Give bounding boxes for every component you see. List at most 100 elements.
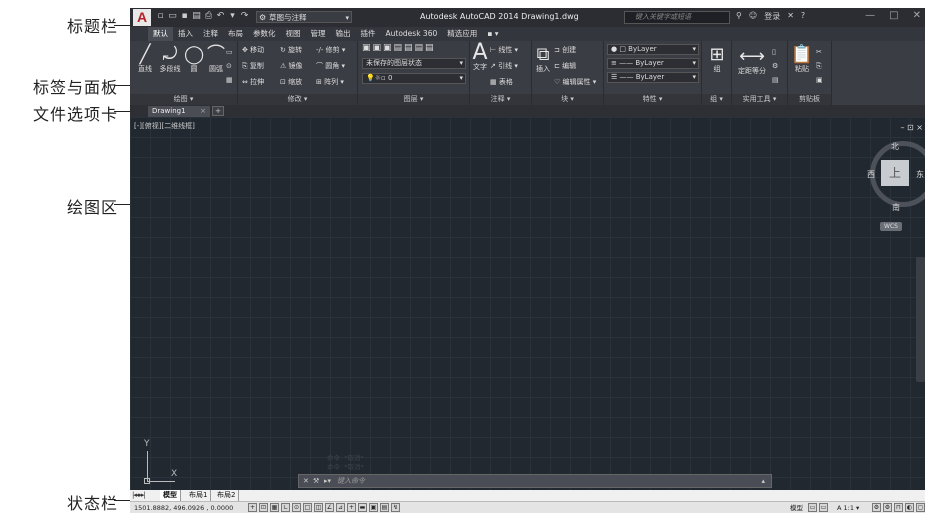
layout-tab-1[interactable]: 布局1	[186, 490, 212, 501]
isolate-objects-icon[interactable]: ◐	[905, 503, 914, 512]
minimize-button[interactable]: —	[865, 10, 875, 21]
lineweight-toggle-icon[interactable]: ▬	[358, 503, 367, 512]
object-snap-icon[interactable]: □	[303, 503, 312, 512]
lineweight-select[interactable]: ☰ —— ByLayer ▾	[607, 72, 699, 83]
clipboard-small-tools[interactable]: ✂ ⎘ ▣	[816, 45, 823, 87]
line-button[interactable]: ╱ 直线	[134, 45, 156, 74]
ortho-mode-icon[interactable]: ∟	[281, 503, 290, 512]
status-model-button[interactable]: 模型	[790, 502, 803, 513]
measure-button[interactable]: ⟷ 定距等分	[734, 47, 770, 76]
save-icon[interactable]: ▪	[180, 11, 189, 22]
copy-button[interactable]: ⎘ 复制	[242, 61, 264, 71]
scale-button[interactable]: ⊡ 缩放	[280, 77, 302, 87]
tab-manage[interactable]: 管理	[306, 27, 331, 41]
exchange-icon[interactable]: ✕	[787, 11, 794, 22]
panel-annotation-title[interactable]: 注释 ▾	[470, 94, 531, 105]
polar-tracking-icon[interactable]: ⊙	[292, 503, 301, 512]
close-tab-icon[interactable]: ×	[200, 106, 206, 117]
print-icon[interactable]: ⎙	[204, 11, 213, 22]
ducs-icon[interactable]: ⊿	[336, 503, 345, 512]
create-block-button[interactable]: ⊐ 创建	[554, 45, 576, 55]
layout-tab-2[interactable]: 布局2	[214, 490, 240, 501]
clean-screen-icon[interactable]: ▢	[916, 503, 925, 512]
layer-select[interactable]: 💡☼▫ 0 ▾	[362, 73, 466, 84]
view-controls[interactable]: [-][俯视][二维线框]	[134, 121, 195, 131]
login-button[interactable]: 登录	[764, 11, 780, 22]
3d-object-snap-icon[interactable]: ◫	[314, 503, 323, 512]
workspace-select[interactable]: ⚙ 草图与注释 ▾	[256, 11, 352, 23]
panel-draw-title[interactable]: 绘图 ▾	[130, 94, 237, 105]
undo-icon[interactable]: ↶	[216, 11, 225, 22]
text-button[interactable]: A 文字	[472, 42, 488, 72]
annotation-visibility-icon[interactable]: ⚙	[872, 503, 881, 512]
close-icon[interactable]: ✕	[303, 475, 309, 487]
panel-block-title[interactable]: 块 ▾	[532, 94, 603, 105]
tab-parametric[interactable]: 参数化	[248, 27, 281, 41]
tab-insert[interactable]: 插入	[173, 27, 198, 41]
maximize-button[interactable]: □	[889, 10, 898, 21]
chevron-up-icon[interactable]: ▴	[761, 475, 765, 487]
viewcube-top-face[interactable]: 上	[881, 160, 909, 186]
leader-button[interactable]: ↗ 引线 ▾	[490, 61, 518, 71]
viewport-controls[interactable]: – ⊡ ×	[901, 123, 924, 132]
file-tab-drawing1[interactable]: Drawing1 ×	[148, 106, 210, 117]
color-select[interactable]: ● □ ByLayer ▾	[607, 44, 699, 55]
selection-cycling-icon[interactable]: ↯	[391, 503, 400, 512]
new-tab-button[interactable]: +	[212, 106, 224, 116]
tab-layout[interactable]: 布局	[223, 27, 248, 41]
panel-modify-title[interactable]: 修改 ▾	[238, 94, 357, 105]
layout-nav-arrows[interactable]: |◂◂▸▸|	[132, 490, 146, 501]
close-button[interactable]: ✕	[913, 10, 921, 21]
tab-autodesk-360[interactable]: Autodesk 360	[381, 27, 443, 41]
save-as-icon[interactable]: ▤	[192, 11, 201, 22]
insert-button[interactable]: ⧉ 插入	[534, 45, 552, 74]
grid-display-icon[interactable]: ▦	[270, 503, 279, 512]
panel-layers-title[interactable]: 图层 ▾	[358, 94, 469, 105]
compass-north[interactable]: 北	[891, 141, 899, 152]
group-button[interactable]: ⊞ 组	[704, 45, 730, 74]
redo-icon[interactable]: ↷	[240, 11, 249, 22]
quick-view-drawings-icon[interactable]: ▭	[819, 503, 828, 512]
annotation-scale-select[interactable]: A 1:1 ▾	[837, 502, 859, 513]
tab-annotate[interactable]: 注释	[198, 27, 223, 41]
tab-output[interactable]: 输出	[331, 27, 356, 41]
panel-groups-title[interactable]: 组 ▾	[702, 94, 731, 105]
layout-tab-model[interactable]: 模型	[160, 490, 181, 501]
utility-small-tools[interactable]: ▯ ⚙ ▤	[772, 45, 779, 87]
wrench-icon[interactable]: ⚒	[313, 475, 319, 487]
table-button[interactable]: ▦ 表格	[490, 77, 513, 87]
compass-south[interactable]: 南	[892, 202, 900, 213]
arc-button[interactable]: ⌒ 圆弧	[206, 45, 226, 74]
tab-default[interactable]: 默认	[148, 27, 173, 41]
stretch-button[interactable]: ⇔ 拉伸	[242, 77, 264, 87]
mirror-button[interactable]: ⚠ 镜像	[280, 61, 303, 71]
move-button[interactable]: ✥ 移动	[242, 45, 264, 55]
layer-tools[interactable]: ▣▣▣▤▤▤▤	[362, 43, 436, 53]
rotate-button[interactable]: ↻ 旋转	[280, 45, 302, 55]
trim-button[interactable]: -/- 修剪 ▾	[316, 45, 345, 55]
app-menu-button[interactable]: A	[133, 9, 151, 26]
quick-view-layouts-icon[interactable]: ▭	[808, 503, 817, 512]
fillet-button[interactable]: ⌒ 圆角 ▾	[316, 61, 345, 71]
recent-commands-icon[interactable]: ▸▾	[324, 475, 331, 487]
dynamic-input-icon[interactable]: +	[347, 503, 356, 512]
coordinate-readout[interactable]: 1501.8882, 496.0926 , 0.0000	[134, 503, 233, 513]
infer-constraints-icon[interactable]: +	[248, 503, 257, 512]
edit-attributes-button[interactable]: ♡ 编辑属性 ▾	[554, 77, 596, 87]
tab-extra-toggle[interactable]: ▪ ▾	[482, 27, 503, 41]
edit-block-button[interactable]: ⊏ 编辑	[554, 61, 576, 71]
wcs-menu[interactable]: WCS	[880, 222, 902, 231]
compass-west[interactable]: 西	[867, 169, 875, 180]
command-input[interactable]: 键入命令	[337, 475, 365, 487]
linear-dim-button[interactable]: ⊢ 线性 ▾	[490, 45, 518, 55]
transparency-icon[interactable]: ▣	[369, 503, 378, 512]
circle-button[interactable]: ◯ 圆	[184, 45, 204, 74]
compass-east[interactable]: 东	[916, 169, 924, 180]
tab-plugins[interactable]: 插件	[356, 27, 381, 41]
command-line[interactable]: ✕ ⚒ ▸▾ 键入命令 ▴	[298, 474, 772, 488]
draw-small-tools[interactable]: ▭ ⊙ ▦	[226, 45, 233, 87]
binoculars-icon[interactable]: ⚲	[736, 11, 742, 22]
undo-dropdown-icon[interactable]: ▾	[228, 11, 237, 22]
search-input[interactable]: 键入关键字或短语	[624, 11, 730, 24]
help-icon[interactable]: ?	[801, 11, 805, 22]
